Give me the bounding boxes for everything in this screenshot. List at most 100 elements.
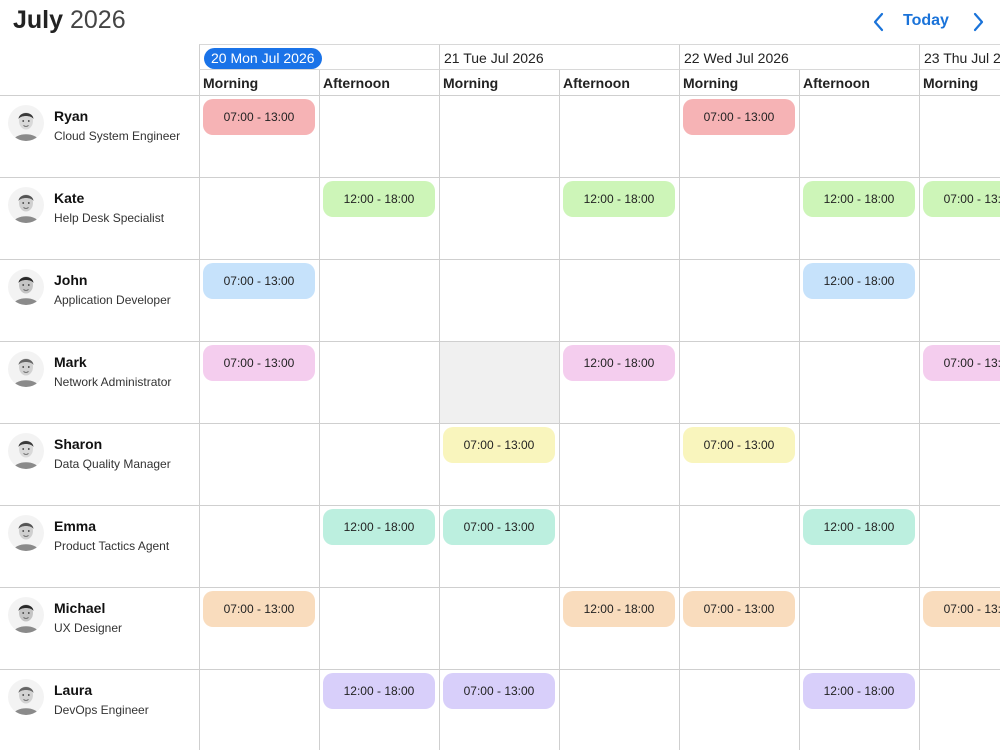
schedule-cell[interactable] bbox=[439, 178, 559, 260]
person-avatar-icon bbox=[8, 269, 44, 305]
schedule-cell[interactable] bbox=[919, 506, 1000, 588]
schedule-cell[interactable] bbox=[679, 342, 799, 424]
shift-event[interactable]: 07:00 - 13:00 bbox=[443, 427, 555, 463]
schedule-cell[interactable]: 12:00 - 18:00 bbox=[799, 260, 919, 342]
shift-event[interactable]: 12:00 - 18:00 bbox=[323, 673, 435, 709]
schedule-cell[interactable] bbox=[559, 96, 679, 178]
schedule-cell[interactable] bbox=[919, 96, 1000, 178]
schedule-cell[interactable]: 07:00 - 13:00 bbox=[439, 670, 559, 750]
shift-event[interactable]: 07:00 - 13:00 bbox=[683, 591, 795, 627]
shift-event[interactable]: 12:00 - 18:00 bbox=[563, 181, 675, 217]
avatar bbox=[8, 679, 44, 715]
schedule-cell[interactable]: 12:00 - 18:00 bbox=[799, 178, 919, 260]
day-header[interactable]: 22 Wed Jul 2026 bbox=[679, 44, 919, 70]
schedule-cell[interactable]: 12:00 - 18:00 bbox=[559, 342, 679, 424]
schedule-cell[interactable] bbox=[919, 424, 1000, 506]
schedule-cell[interactable]: 12:00 - 18:00 bbox=[319, 178, 439, 260]
schedule-cell[interactable] bbox=[559, 506, 679, 588]
schedule-cell[interactable] bbox=[319, 424, 439, 506]
schedule-cell[interactable]: 12:00 - 18:00 bbox=[799, 670, 919, 750]
schedule-cell[interactable]: 07:00 - 13:00 bbox=[199, 96, 319, 178]
schedule-cell[interactable] bbox=[559, 424, 679, 506]
schedule-cell[interactable] bbox=[439, 96, 559, 178]
shift-event[interactable]: 07:00 - 13:00 bbox=[683, 99, 795, 135]
shift-event[interactable]: 12:00 - 18:00 bbox=[803, 509, 915, 545]
shift-event[interactable]: 07:00 - 13:00 bbox=[923, 345, 1000, 381]
schedule-cell[interactable] bbox=[319, 96, 439, 178]
schedule-cell[interactable]: 07:00 - 13:00 bbox=[199, 260, 319, 342]
today-button[interactable]: Today bbox=[903, 12, 949, 30]
schedule-cell[interactable]: 07:00 - 13:00 bbox=[439, 506, 559, 588]
schedule-cell[interactable]: 12:00 - 18:00 bbox=[559, 588, 679, 670]
resource-row: Michael UX Designer 07:00 - 13:00 12:00 - 1… bbox=[0, 588, 1000, 670]
shift-event[interactable]: 12:00 - 18:00 bbox=[563, 591, 675, 627]
shift-event[interactable]: 12:00 - 18:00 bbox=[803, 181, 915, 217]
resource-name: John bbox=[54, 272, 88, 288]
shift-event[interactable]: 07:00 - 13:00 bbox=[443, 509, 555, 545]
shift-event[interactable]: 12:00 - 18:00 bbox=[323, 509, 435, 545]
schedule-cell[interactable] bbox=[679, 178, 799, 260]
schedule-cell[interactable] bbox=[559, 670, 679, 750]
schedule-cell[interactable]: 12:00 - 18:00 bbox=[319, 670, 439, 750]
shift-event[interactable]: 07:00 - 13:00 bbox=[203, 345, 315, 381]
shift-event[interactable]: 12:00 - 18:00 bbox=[803, 673, 915, 709]
schedule-cell[interactable] bbox=[799, 424, 919, 506]
schedule-cell[interactable] bbox=[799, 342, 919, 424]
resource-cell: Kate Help Desk Specialist bbox=[0, 178, 200, 260]
period-header: Afternoon bbox=[319, 70, 439, 96]
schedule-cell[interactable] bbox=[319, 588, 439, 670]
shift-event[interactable]: 07:00 - 13:00 bbox=[203, 591, 315, 627]
schedule-cell[interactable]: 07:00 - 13:00 bbox=[919, 342, 1000, 424]
shift-event[interactable]: 07:00 - 13:00 bbox=[443, 673, 555, 709]
shift-event[interactable]: 07:00 - 13:00 bbox=[923, 181, 1000, 217]
schedule-cell[interactable]: 07:00 - 13:00 bbox=[919, 588, 1000, 670]
resource-name: Kate bbox=[54, 190, 85, 206]
day-header[interactable]: 20 Mon Jul 2026 bbox=[199, 44, 439, 70]
schedule-cell[interactable]: 12:00 - 18:00 bbox=[799, 506, 919, 588]
schedule-cell[interactable] bbox=[919, 260, 1000, 342]
schedule-cell[interactable]: 07:00 - 13:00 bbox=[679, 96, 799, 178]
current-day-badge: 20 Mon Jul 2026 bbox=[204, 48, 322, 69]
shift-event[interactable]: 12:00 - 18:00 bbox=[323, 181, 435, 217]
schedule-cell[interactable]: 12:00 - 18:00 bbox=[319, 506, 439, 588]
schedule-cell[interactable]: 12:00 - 18:00 bbox=[559, 178, 679, 260]
avatar bbox=[8, 187, 44, 223]
schedule-cell[interactable] bbox=[439, 260, 559, 342]
schedule-cell[interactable] bbox=[439, 342, 559, 424]
schedule-cell[interactable] bbox=[919, 670, 1000, 750]
schedule-cell[interactable] bbox=[319, 260, 439, 342]
shift-event[interactable]: 12:00 - 18:00 bbox=[803, 263, 915, 299]
schedule-cell[interactable] bbox=[799, 96, 919, 178]
day-header[interactable]: 21 Tue Jul 2026 bbox=[439, 44, 679, 70]
schedule-cell[interactable]: 07:00 - 13:00 bbox=[439, 424, 559, 506]
day-header[interactable]: 23 Thu Jul 2026 bbox=[919, 44, 1000, 70]
schedule-cell[interactable]: 07:00 - 13:00 bbox=[199, 342, 319, 424]
resource-row: Laura DevOps Engineer 12:00 - 18:00 07:00 -… bbox=[0, 670, 1000, 750]
schedule-cell[interactable]: 07:00 - 13:00 bbox=[679, 588, 799, 670]
schedule-cell[interactable] bbox=[679, 260, 799, 342]
resource-role: Application Developer bbox=[54, 293, 171, 307]
schedule-cell[interactable] bbox=[799, 588, 919, 670]
schedule-cell[interactable] bbox=[199, 506, 319, 588]
schedule-cell[interactable]: 07:00 - 13:00 bbox=[679, 424, 799, 506]
person-avatar-icon bbox=[8, 597, 44, 633]
shift-event[interactable]: 07:00 - 13:00 bbox=[683, 427, 795, 463]
schedule-cell[interactable] bbox=[199, 178, 319, 260]
shift-event[interactable]: 07:00 - 13:00 bbox=[923, 591, 1000, 627]
schedule-cell[interactable]: 07:00 - 13:00 bbox=[199, 588, 319, 670]
avatar bbox=[8, 351, 44, 387]
schedule-cell[interactable] bbox=[679, 670, 799, 750]
schedule-cell[interactable] bbox=[199, 670, 319, 750]
shift-event[interactable]: 07:00 - 13:00 bbox=[203, 263, 315, 299]
shift-event[interactable]: 12:00 - 18:00 bbox=[563, 345, 675, 381]
period-header: Morning bbox=[919, 70, 1000, 96]
previous-button[interactable] bbox=[868, 9, 890, 35]
schedule-cell[interactable] bbox=[199, 424, 319, 506]
schedule-cell[interactable] bbox=[559, 260, 679, 342]
shift-event[interactable]: 07:00 - 13:00 bbox=[203, 99, 315, 135]
schedule-cell[interactable] bbox=[679, 506, 799, 588]
schedule-cell[interactable]: 07:00 - 13:00 bbox=[919, 178, 1000, 260]
schedule-cell[interactable] bbox=[319, 342, 439, 424]
schedule-cell[interactable] bbox=[439, 588, 559, 670]
next-button[interactable] bbox=[967, 9, 989, 35]
